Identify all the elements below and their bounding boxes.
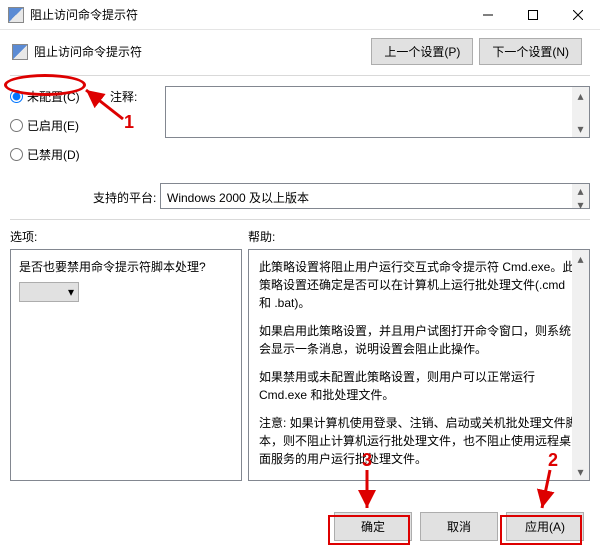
window-controls bbox=[465, 0, 600, 29]
help-panel: 此策略设置将阻止用户运行交互式命令提示符 Cmd.exe。此策略设置还确定是否可… bbox=[248, 249, 590, 481]
prev-setting-button[interactable]: 上一个设置(P) bbox=[371, 38, 473, 65]
supported-text: Windows 2000 及以上版本 bbox=[161, 184, 572, 208]
scrollbar[interactable]: ▴ ▾ bbox=[572, 250, 589, 480]
options-label: 选项: bbox=[10, 228, 248, 245]
comment-label: 注释: bbox=[110, 88, 165, 105]
scrollbar[interactable]: ▴ ▾ bbox=[572, 184, 589, 208]
apply-button[interactable]: 应用(A) bbox=[506, 512, 584, 541]
policy-title: 阻止访问命令提示符 bbox=[34, 43, 371, 60]
scroll-down-icon[interactable]: ▾ bbox=[572, 198, 589, 212]
help-p4: 注意: 如果计算机使用登录、注销、启动或关机批处理文件脚本，则不阻止计算机运行批… bbox=[259, 414, 579, 468]
radio-disabled-input[interactable] bbox=[10, 148, 23, 161]
chevron-down-icon: ▾ bbox=[68, 283, 74, 301]
help-content: 此策略设置将阻止用户运行交互式命令提示符 Cmd.exe。此策略设置还确定是否可… bbox=[249, 250, 589, 481]
radio-not-configured-label: 未配置(C) bbox=[27, 88, 80, 105]
scroll-down-icon[interactable]: ▾ bbox=[572, 120, 589, 137]
scroll-up-icon[interactable]: ▴ bbox=[572, 250, 589, 267]
dialog-buttons: 确定 取消 应用(A) bbox=[334, 512, 584, 541]
policy-icon bbox=[12, 44, 28, 60]
comment-field[interactable]: ▴ ▾ bbox=[165, 86, 590, 138]
close-button[interactable] bbox=[555, 0, 600, 29]
app-icon bbox=[8, 7, 24, 23]
options-question: 是否也要禁用命令提示符脚本处理? bbox=[19, 258, 233, 276]
next-setting-button[interactable]: 下一个设置(N) bbox=[479, 38, 582, 65]
scroll-down-icon[interactable]: ▾ bbox=[572, 463, 589, 480]
radio-enabled-label: 已启用(E) bbox=[27, 117, 79, 134]
radio-enabled-input[interactable] bbox=[10, 119, 23, 132]
window-title: 阻止访问命令提示符 bbox=[30, 6, 465, 23]
supported-field: Windows 2000 及以上版本 ▴ ▾ bbox=[160, 183, 590, 209]
radio-enabled[interactable]: 已启用(E) bbox=[10, 117, 110, 134]
radio-not-configured-input[interactable] bbox=[10, 90, 23, 103]
radio-disabled-label: 已禁用(D) bbox=[27, 146, 80, 163]
radio-not-configured[interactable]: 未配置(C) bbox=[10, 88, 110, 105]
options-panel: 是否也要禁用命令提示符脚本处理? ▾ bbox=[10, 249, 242, 481]
cancel-button[interactable]: 取消 bbox=[420, 512, 498, 541]
help-p2: 如果启用此策略设置，并且用户试图打开命令窗口，则系统会显示一条消息，说明设置会阻… bbox=[259, 322, 579, 358]
divider bbox=[10, 75, 590, 76]
help-p3: 如果禁用或未配置此策略设置，则用户可以正常运行 Cmd.exe 和批处理文件。 bbox=[259, 368, 579, 404]
titlebar: 阻止访问命令提示符 bbox=[0, 0, 600, 30]
ok-button[interactable]: 确定 bbox=[334, 512, 412, 541]
supported-label: 支持的平台: bbox=[93, 183, 160, 206]
scroll-up-icon[interactable]: ▴ bbox=[572, 87, 589, 104]
help-p1: 此策略设置将阻止用户运行交互式命令提示符 Cmd.exe。此策略设置还确定是否可… bbox=[259, 258, 579, 312]
state-radio-group: 未配置(C) 已启用(E) 已禁用(D) bbox=[10, 86, 110, 175]
help-label: 帮助: bbox=[248, 228, 590, 245]
minimize-button[interactable] bbox=[465, 0, 510, 29]
radio-disabled[interactable]: 已禁用(D) bbox=[10, 146, 110, 163]
maximize-button[interactable] bbox=[510, 0, 555, 29]
scroll-up-icon[interactable]: ▴ bbox=[572, 184, 589, 198]
divider bbox=[10, 219, 590, 220]
script-processing-dropdown[interactable]: ▾ bbox=[19, 282, 79, 302]
subheader: 阻止访问命令提示符 上一个设置(P) 下一个设置(N) bbox=[0, 30, 600, 75]
scrollbar[interactable]: ▴ ▾ bbox=[572, 87, 589, 137]
